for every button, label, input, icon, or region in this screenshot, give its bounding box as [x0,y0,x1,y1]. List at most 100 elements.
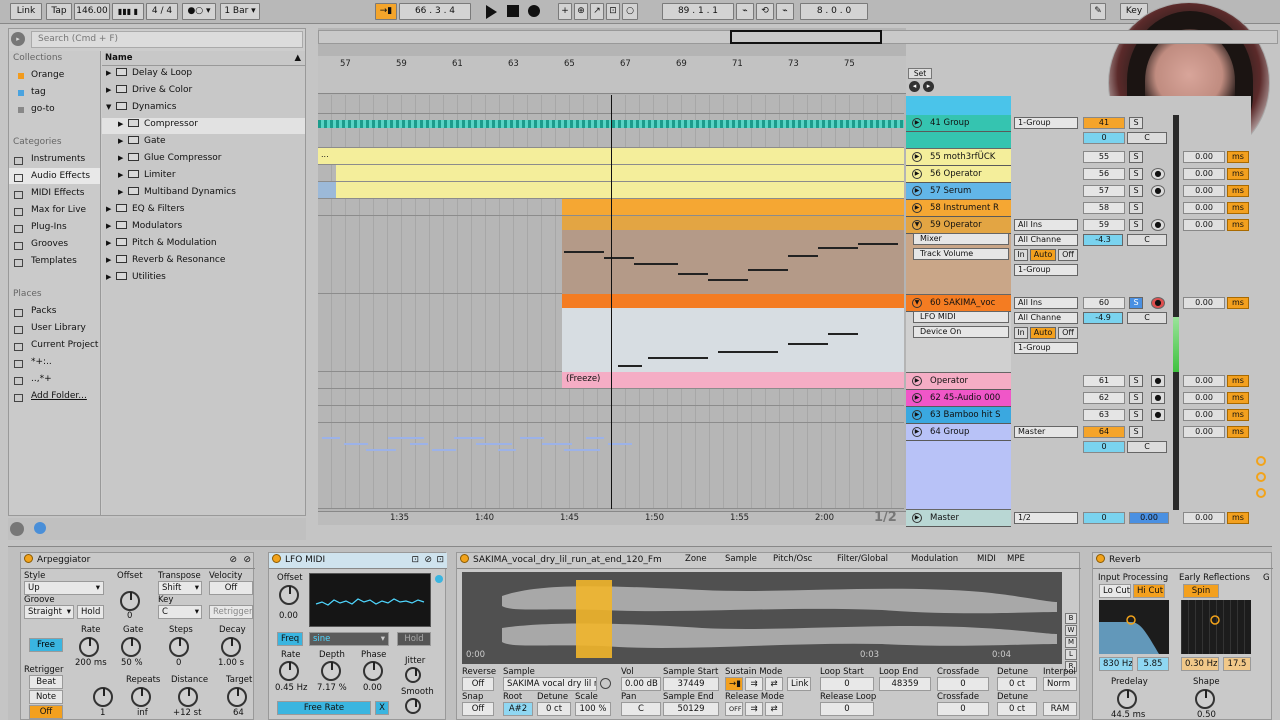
filter-freq-field[interactable]: 830 Hz [1099,657,1133,671]
solo-button[interactable]: S [1129,168,1143,180]
position-field[interactable]: 66 . 3 . 4 [399,3,471,20]
track-fold-icon[interactable]: ▼ [912,298,922,308]
midi-note[interactable] [788,255,818,257]
midi-note[interactable] [818,247,858,249]
category-max-for-live[interactable]: Max for Live [31,205,86,215]
follow-button[interactable]: →▮ [375,3,397,20]
repeats-knob[interactable] [131,687,151,707]
orange-circle-icon[interactable] [1256,488,1266,498]
track-activator[interactable]: 59 [1083,219,1125,231]
arm-button[interactable]: ● [1151,185,1165,197]
automation-arm-button[interactable]: ⊕ [574,3,588,20]
distance-knob[interactable] [178,687,198,707]
chevron-right-icon[interactable]: ▶ [118,137,128,145]
midi-note[interactable] [634,263,678,265]
device-close-icon[interactable]: ⊡ [436,553,444,568]
depth-knob[interactable] [321,661,341,681]
release-loop-field[interactable]: 0 [820,702,874,716]
reverse-button[interactable]: Off [462,677,494,691]
vol-field[interactable]: 0.00 dB [621,677,661,691]
track-pan-field[interactable]: C [1127,312,1167,324]
send-volume-field[interactable]: 0.00 [1183,426,1225,438]
chevron-right-icon[interactable]: ▶ [118,154,128,162]
scroll-right-button[interactable]: ▸ [923,81,934,92]
send-volume-field[interactable]: 0.00 [1183,392,1225,404]
clip[interactable] [562,294,904,308]
sustain-mode-button-1[interactable]: →▮ [725,677,743,691]
clip[interactable] [562,199,904,215]
monitor-in-button[interactable]: In [1014,249,1028,261]
steps-knob[interactable] [169,637,189,657]
clip[interactable]: (Freeze) [562,372,904,388]
chevron-right-icon[interactable]: ▶ [106,256,116,264]
gate-knob[interactable] [121,637,141,657]
tree-item[interactable]: ▶ Drive & Color [106,85,192,95]
orange-circle-icon[interactable] [1256,456,1266,466]
track-header[interactable]: ▼ 59 Operator [906,217,1011,234]
detune2-field[interactable]: 0 ct [537,702,571,716]
arm-button[interactable]: ● [1151,409,1165,421]
arm-button[interactable]: ● [1151,168,1165,180]
tree-item[interactable]: ▼ Dynamics [106,102,176,112]
time-ruler[interactable]: 1:35 1:40 1:45 1:50 1:55 2:00 [318,511,906,525]
track-fold-icon[interactable]: ▶ [912,376,922,386]
delay-unit-button[interactable]: ms [1227,185,1249,197]
category-grooves[interactable]: Grooves [31,239,68,249]
stop-button[interactable] [507,5,519,17]
send-volume-field[interactable]: 0.00 [1183,151,1225,163]
chevron-right-icon[interactable]: ▶ [106,86,116,94]
sustain-mode-button-3[interactable]: ⇄ [765,677,783,691]
output-routing-select[interactable]: 1-Group [1014,342,1078,354]
sample-lock-icon[interactable] [600,678,611,689]
solo-button[interactable]: S [1129,297,1143,309]
tree-item[interactable]: ▶ Glue Compressor [118,153,221,163]
key-select[interactable]: C ▾ [158,605,202,619]
hi-cut-button[interactable]: Hi Cut [1133,584,1165,598]
midi-note[interactable] [708,279,748,281]
link-button[interactable]: Link [10,3,42,20]
output-routing-select[interactable]: Master [1014,426,1078,438]
tree-item[interactable]: ▶ Multiband Dynamics [118,187,236,197]
track-activator[interactable]: 61 [1083,375,1125,387]
track-activator[interactable]: 64 [1083,426,1125,438]
automation-device-select[interactable]: Mixer [913,233,1009,245]
track-fold-icon[interactable]: ▶ [912,203,922,213]
clip[interactable] [562,308,904,372]
retrigger-beat-button[interactable]: Beat [29,675,63,689]
track-activator[interactable]: 57 [1083,185,1125,197]
set-button[interactable]: Set [908,68,932,79]
track-fold-icon[interactable]: ▶ [912,513,922,523]
arm-button[interactable]: ● [1151,219,1165,231]
release-off-button[interactable]: OFF [725,702,743,716]
delay-unit-button[interactable]: ms [1227,202,1249,214]
filter-display[interactable] [1099,600,1169,654]
automation-device-select[interactable]: LFO MIDI [913,311,1009,323]
arm-button[interactable]: ● [1151,392,1165,404]
play-button[interactable] [486,5,497,19]
monitor-off-button[interactable]: Off [1058,327,1078,339]
solo-button[interactable]: S [1129,409,1143,421]
tempo-field[interactable]: 146.00 [74,3,110,20]
delay-unit-button[interactable]: ms [1227,219,1249,231]
browser-search-field[interactable]: Search (Cmd + F) [31,31,303,48]
add-folder-link[interactable]: Add Folder... [31,391,87,401]
groove-pool-icon[interactable] [10,522,24,536]
offset-knob[interactable] [120,591,140,611]
delay-unit-button[interactable]: ms [1227,426,1249,438]
track-pan-field[interactable]: C [1127,132,1167,144]
tree-item[interactable]: ▶ EQ & Filters [106,204,185,214]
hold-button[interactable]: Hold [77,605,104,619]
send-volume-field[interactable]: 0.00 [1183,185,1225,197]
midi-note[interactable] [858,243,898,245]
chevron-right-icon[interactable]: ▶ [106,222,116,230]
tree-item[interactable]: ▶ Limiter [118,170,176,180]
loop-end-field[interactable]: 48359 [879,677,931,691]
waveform-display[interactable]: 0:00 0:03 0:04 [462,572,1062,664]
groove-select[interactable]: Straight ▾ [24,605,74,619]
monitor-off-button[interactable]: Off [1058,249,1078,261]
output-routing-select[interactable]: 1/2 [1014,512,1078,524]
midi-note[interactable] [678,273,708,275]
waveform-view-button[interactable]: W [1065,625,1077,636]
root-field[interactable]: A#2 [503,702,533,716]
solo-button[interactable]: S [1129,219,1143,231]
